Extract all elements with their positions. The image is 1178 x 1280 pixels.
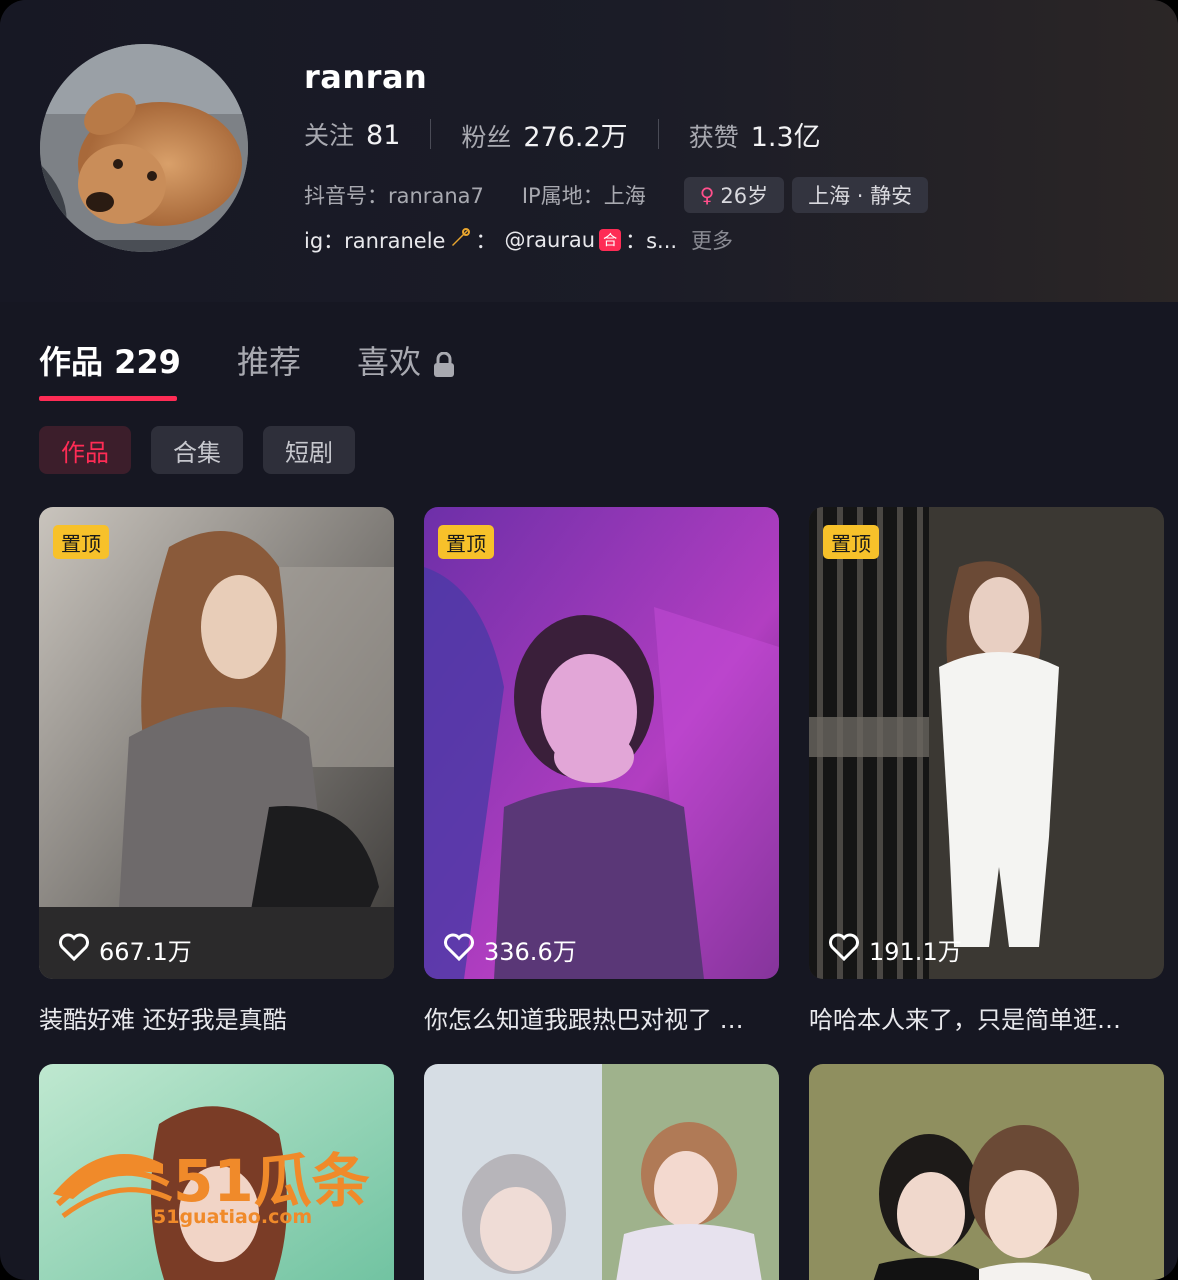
video-likes-count: 191.1万 — [869, 938, 962, 966]
likes-count: 1.3亿 — [750, 121, 821, 153]
tab-works-label: 作品 229 — [39, 343, 181, 381]
profile-meta: 抖音号：ranrana7 IP属地：上海 ♀ 26岁 上海 · 静安 — [304, 176, 929, 214]
pinned-badge: 置顶 — [823, 525, 879, 559]
video-caption[interactable]: 装酷好难 还好我是真酷 — [39, 1000, 394, 1035]
video-likes-count: 667.1万 — [99, 938, 192, 966]
pinned-badge: 置顶 — [53, 525, 109, 559]
chip-collections[interactable]: 合集 — [151, 426, 243, 474]
video-thumbnail — [809, 507, 1164, 979]
chip-short-drama[interactable]: 短剧 — [263, 426, 355, 474]
lock-icon — [433, 348, 455, 377]
following-stat[interactable]: 关注 81 — [304, 116, 400, 152]
video-thumbnail — [424, 507, 779, 979]
trumpet-icon — [449, 227, 471, 254]
video-likes: 191.1万 — [829, 932, 962, 967]
following-count: 81 — [366, 120, 401, 151]
video-card[interactable]: 51瓜条 51guatiao.com — [39, 1064, 394, 1280]
watermark-url: 51guatiao.com — [153, 1206, 313, 1228]
age-pill: ♀ 26岁 — [683, 177, 785, 213]
age-text: 26岁 — [720, 184, 769, 208]
chip-works[interactable]: 作品 — [39, 426, 131, 474]
heart-icon — [829, 933, 859, 967]
bio-tail: ：s... — [625, 229, 678, 253]
bio-badge: 合 — [599, 229, 622, 251]
video-thumbnail — [39, 507, 394, 979]
video-likes: 336.6万 — [444, 932, 577, 967]
stat-divider — [430, 119, 432, 149]
stat-divider — [657, 119, 659, 149]
pinned-badge: 置顶 — [438, 525, 494, 559]
female-icon: ♀ — [699, 183, 715, 207]
likes-label: 获赞 — [688, 122, 739, 152]
bio-handle[interactable]: @raurau — [504, 228, 595, 252]
filter-chips: 作品 合集 短剧 — [39, 426, 355, 474]
profile-name: ranran — [304, 58, 428, 96]
profile-tabs: 作品 229 推荐 喜欢 — [39, 330, 511, 390]
video-likes-count: 336.6万 — [484, 938, 577, 966]
region-pill: 上海 · 静安 — [792, 177, 929, 213]
video-card[interactable] — [424, 1064, 779, 1280]
bio-ig: ig：ranranele — [304, 229, 446, 253]
video-caption[interactable]: 你怎么知道我跟热巴对视了 … — [424, 1000, 779, 1035]
video-thumbnail — [424, 1064, 779, 1280]
video-card[interactable]: 置顶 191.1万 — [809, 507, 1164, 979]
followers-stat[interactable]: 粉丝 276.2万 — [461, 115, 627, 154]
bio-colon: ： — [475, 229, 497, 253]
tab-works[interactable]: 作品 229 — [39, 337, 181, 383]
video-card[interactable] — [809, 1064, 1164, 1280]
douyin-id: 抖音号：ranrana7 — [304, 184, 484, 208]
profile-bio: ig：ranranele ： @raurau 合 ：s... 更多 — [304, 224, 733, 256]
followers-label: 粉丝 — [461, 122, 512, 152]
video-caption[interactable]: 哈哈本人来了，只是简单逛… — [809, 1000, 1164, 1035]
watermark: 51瓜条 51guatiao.com — [43, 1124, 393, 1238]
video-thumbnail — [809, 1064, 1164, 1280]
likes-stat[interactable]: 获赞 1.3亿 — [689, 115, 821, 154]
tab-recommend-label: 推荐 — [236, 343, 301, 381]
heart-icon — [59, 933, 89, 967]
tab-likes[interactable]: 喜欢 — [357, 337, 455, 383]
tab-likes-label: 喜欢 — [356, 343, 421, 381]
following-label: 关注 — [304, 121, 355, 150]
bio-more-link[interactable]: 更多 — [691, 225, 733, 255]
avatar[interactable] — [40, 44, 248, 252]
heart-icon — [444, 933, 474, 967]
followers-count: 276.2万 — [523, 121, 628, 153]
video-card[interactable]: 置顶 667.1万 — [39, 507, 394, 979]
ip-location: IP属地：上海 — [521, 184, 646, 208]
video-likes: 667.1万 — [59, 932, 192, 967]
tab-recommend[interactable]: 推荐 — [237, 337, 301, 383]
video-card[interactable]: 置顶 336.6万 — [424, 507, 779, 979]
profile-page: ranran 关注 81 粉丝 276.2万 获赞 1.3亿 抖音号：ranra… — [0, 0, 1178, 1280]
active-tab-indicator — [39, 396, 177, 401]
profile-stats: 关注 81 粉丝 276.2万 获赞 1.3亿 — [304, 114, 821, 154]
